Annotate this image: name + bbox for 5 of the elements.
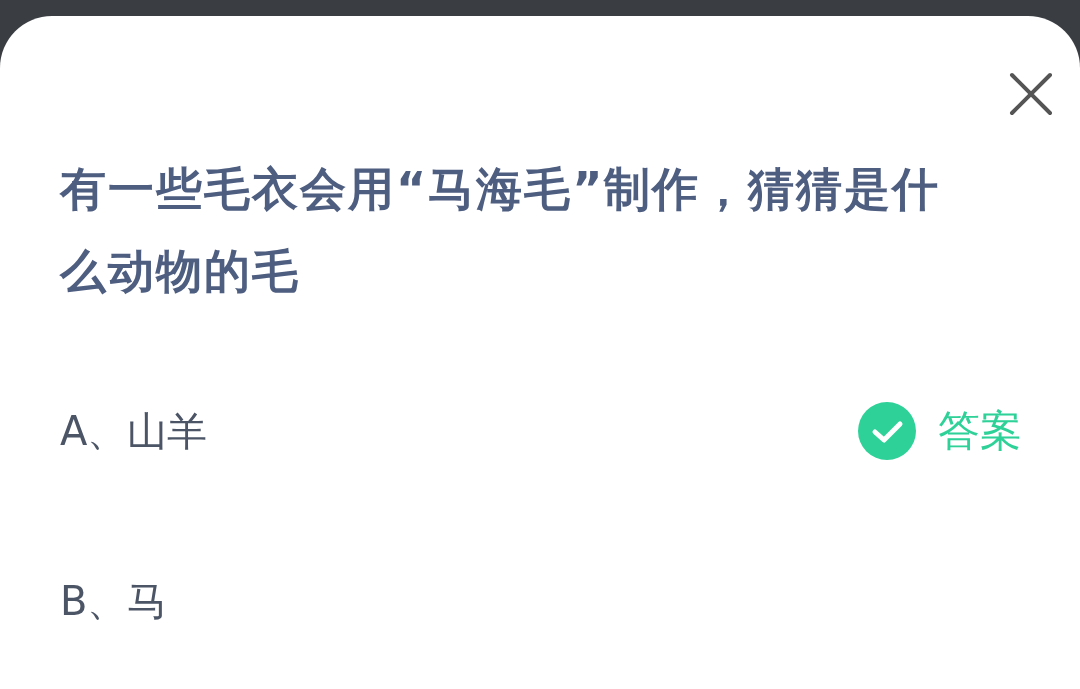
option-text[interactable]: B、马 (60, 573, 168, 629)
option-text[interactable]: A、山羊 (60, 403, 208, 459)
close-icon[interactable] (1009, 72, 1053, 116)
question-text: 有一些毛衣会用“马海毛”制作，猜猜是什么动物的毛 (60, 161, 942, 300)
answer-label: 答案 (938, 405, 1022, 457)
